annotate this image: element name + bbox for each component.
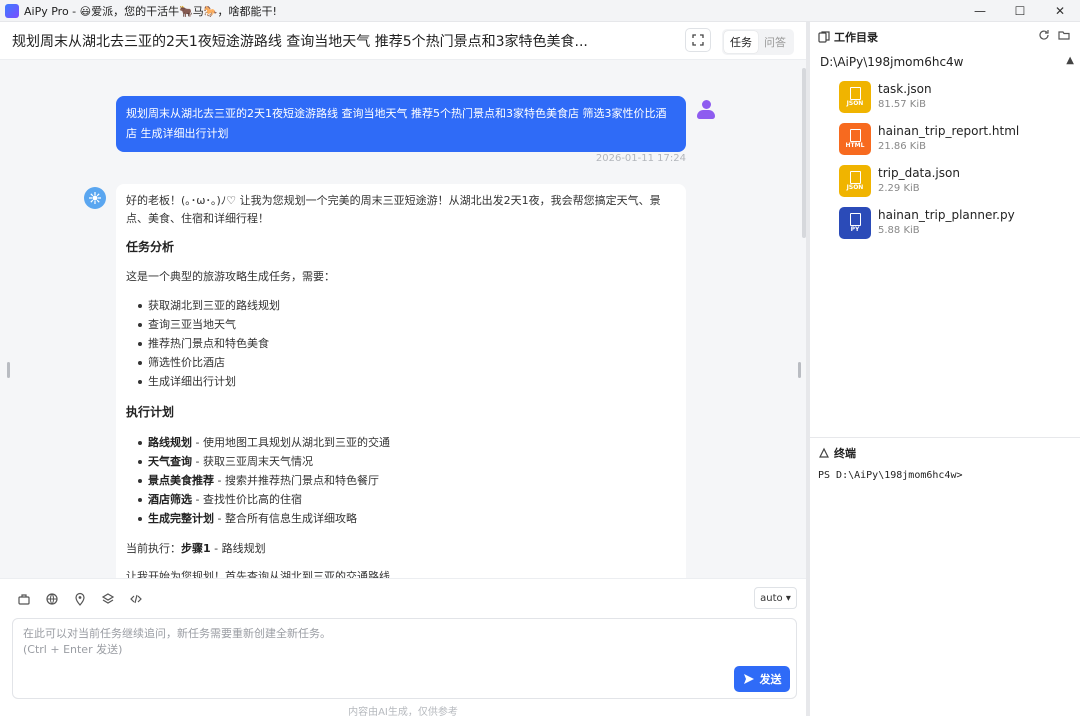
globe-icon	[46, 593, 58, 605]
terminal-title: 终端	[834, 447, 856, 460]
file-name: trip_data.json	[878, 166, 960, 180]
send-icon	[743, 674, 754, 684]
section-heading: 执行计划	[126, 405, 175, 419]
tool-button[interactable]	[128, 591, 144, 607]
tab-qa[interactable]: 问答	[758, 31, 792, 53]
input-area: auto ▾ 在此可以对当前任务继续追问，新任务需要重新创建全新任务。 (Ctr…	[0, 578, 806, 716]
app-logo-icon	[5, 3, 19, 18]
python-file-icon: PY	[839, 207, 871, 239]
current-step: 当前执行：步骤1 - 路线规划	[126, 542, 266, 555]
json-file-icon: JSON	[839, 81, 871, 113]
file-size: 5.88 KiB	[878, 225, 920, 236]
terminal-icon	[819, 447, 829, 458]
tool-button[interactable]	[16, 591, 32, 607]
refresh-icon[interactable]	[1038, 29, 1050, 41]
task-title: 规划周末从湖北去三亚的2天1夜短途游路线 查询当地天气 推荐5个热门景点和3家特…	[12, 33, 588, 50]
chevron-up-icon[interactable]: ▲	[1066, 55, 1074, 66]
list-item: 生成完整计划 - 整合所有信息生成详细攻略	[138, 509, 676, 528]
ai-avatar-icon	[84, 187, 106, 209]
workspace-panel: 工作目录 D:\AiPy\198jmom6hc4w ▲ JSON task.js…	[810, 22, 1080, 438]
title-bar: AiPy Pro - 😃爱派，您的干活牛🐂马🐎，啥都能干! — ☐ ✕	[0, 0, 1080, 22]
user-message: 规划周末从湖北去三亚的2天1夜短途游路线 查询当地天气 推荐5个热门景点和3家特…	[116, 96, 686, 152]
maximize-button[interactable]: ☐	[1000, 0, 1040, 22]
message-timestamp: 2026-01-11 17:24	[595, 153, 686, 164]
code-icon	[130, 594, 142, 604]
list-item: 景点美食推荐 - 搜索并推荐热门景点和特色餐厅	[138, 471, 676, 490]
tool-button[interactable]	[100, 591, 116, 607]
json-file-icon: JSON	[839, 165, 871, 197]
folder-icon[interactable]	[1058, 29, 1070, 41]
file-item[interactable]: JSON trip_data.json 2.29 KiB	[839, 163, 1059, 205]
window-controls: — ☐ ✕	[960, 0, 1080, 22]
path-text: D:\AiPy\198jmom6hc4w	[820, 55, 964, 69]
follow-up-input[interactable]: 在此可以对当前任务继续追问，新任务需要重新创建全新任务。 (Ctrl + Ent…	[12, 618, 797, 699]
file-item[interactable]: HTML hainan_trip_report.html 21.86 KiB	[839, 121, 1059, 163]
terminal-prompt[interactable]: PS D:\AiPy\198jmom6hc4w>	[818, 470, 963, 481]
list-item: 路线规划 - 使用地图工具规划从湖北到三亚的交通	[138, 433, 676, 452]
send-button[interactable]: 发送	[734, 666, 790, 692]
ai-message: 好的老板！(｡･ω･｡)ﾉ♡ 让我为您规划一个完美的周末三亚短途游！从湖北出发2…	[116, 184, 686, 578]
tab-task[interactable]: 任务	[724, 31, 758, 53]
execution-plan-list: 路线规划 - 使用地图工具规划从湖北到三亚的交通 天气查询 - 获取三亚周末天气…	[138, 433, 676, 528]
workspace-header: 工作目录	[818, 29, 878, 45]
file-list: JSON task.json 81.57 KiB HTML hainan_tri…	[839, 79, 1059, 247]
file-size: 21.86 KiB	[878, 141, 927, 152]
file-item[interactable]: PY hainan_trip_planner.py 5.88 KiB	[839, 205, 1059, 247]
section-desc: 这是一个典型的旅游攻略生成任务，需要：	[126, 270, 335, 283]
expand-icon	[692, 34, 704, 46]
list-item: 天气查询 - 获取三亚周末天气情况	[138, 452, 676, 471]
tool-button[interactable]	[44, 591, 60, 607]
ai-disclaimer: 内容由AI生成，仅供参考	[348, 707, 458, 716]
list-item: 酒店筛选 - 查找性价比高的住宿	[138, 490, 676, 509]
user-avatar-icon	[697, 100, 715, 120]
layers-icon	[101, 593, 115, 604]
list-item: 查询三亚当地天气	[138, 315, 676, 334]
chat-body: 规划周末从湖北去三亚的2天1夜短途游路线 查询当地天气 推荐5个热门景点和3家特…	[0, 60, 806, 578]
files-icon	[818, 31, 830, 43]
location-icon	[75, 592, 85, 606]
list-item: 生成详细出行计划	[138, 372, 676, 391]
workspace-actions	[1038, 29, 1070, 41]
right-resize-handle[interactable]	[798, 362, 801, 378]
file-name: hainan_trip_planner.py	[878, 208, 1015, 222]
workspace-path[interactable]: D:\AiPy\198jmom6hc4w ▲	[820, 55, 1074, 69]
file-name: task.json	[878, 82, 932, 96]
ai-intro: 好的老板！(｡･ω･｡)ﾉ♡ 让我为您规划一个完美的周末三亚短途游！从湖北出发2…	[126, 194, 661, 225]
close-button[interactable]: ✕	[1040, 0, 1080, 22]
file-name: hainan_trip_report.html	[878, 124, 1020, 138]
tool-button[interactable]	[72, 591, 88, 607]
toolbox-icon	[18, 594, 30, 605]
tool-bar	[16, 591, 144, 607]
list-item: 推荐热门景点和特色美食	[138, 334, 676, 353]
terminal-panel: 终端 PS D:\AiPy\198jmom6hc4w>	[810, 438, 1080, 716]
chat-header: 规划周末从湖北去三亚的2天1夜短途游路线 查询当地天气 推荐5个热门景点和3家特…	[0, 22, 806, 60]
expand-button[interactable]	[685, 28, 711, 52]
section-heading: 任务分析	[126, 240, 175, 254]
list-item: 筛选性价比酒店	[138, 353, 676, 372]
file-item[interactable]: JSON task.json 81.57 KiB	[839, 79, 1059, 121]
input-placeholder-hint: (Ctrl + Enter 发送)	[23, 643, 123, 656]
terminal-header: 终端	[818, 445, 856, 461]
left-resize-handle[interactable]	[7, 362, 10, 378]
file-size: 81.57 KiB	[878, 99, 927, 110]
window-title: AiPy Pro - 😃爱派，您的干活牛🐂马🐎，啥都能干!	[24, 4, 277, 18]
html-file-icon: HTML	[839, 123, 871, 155]
minimize-button[interactable]: —	[960, 0, 1000, 22]
list-item: 获取湖北到三亚的路线规划	[138, 296, 676, 315]
model-select[interactable]: auto ▾	[754, 587, 797, 609]
input-placeholder: 在此可以对当前任务继续追问，新任务需要重新创建全新任务。	[23, 627, 331, 640]
file-size: 2.29 KiB	[878, 183, 920, 194]
workspace-title: 工作目录	[834, 31, 878, 44]
ai-cut-line: 让我开始为您规划！首先查询从湖北到三亚的交通路线	[126, 570, 390, 578]
mode-tabs: 任务 问答	[722, 29, 794, 55]
task-analysis-list: 获取湖北到三亚的路线规划 查询三亚当地天气 推荐热门景点和特色美食 筛选性价比酒…	[138, 296, 676, 391]
send-label: 发送	[759, 673, 782, 686]
